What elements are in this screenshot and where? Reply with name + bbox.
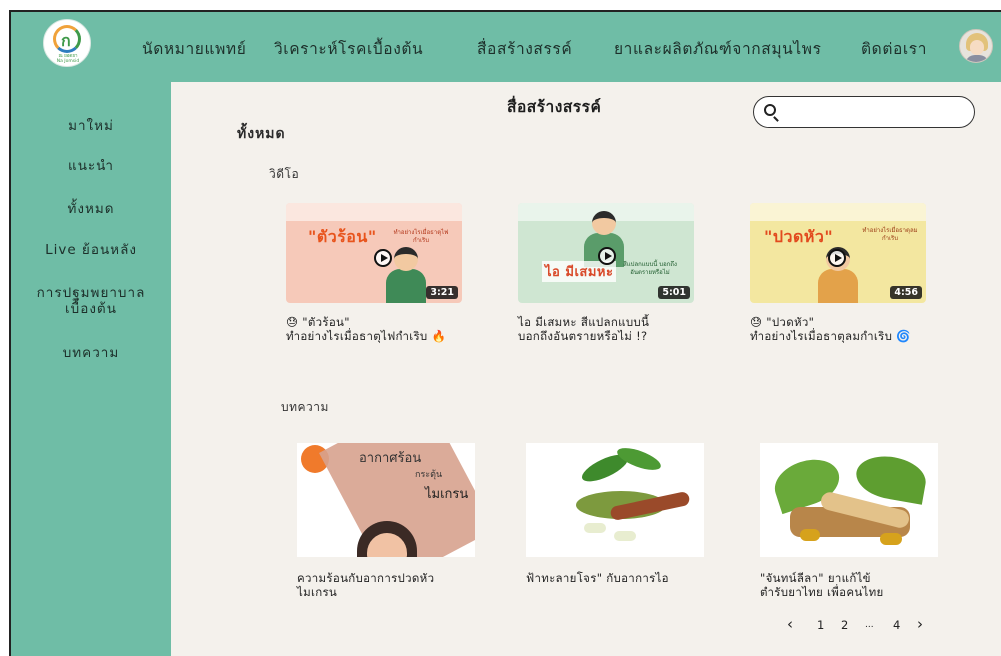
videos-section-label: วิดีโอ	[269, 167, 300, 181]
video-card[interactable]: "ตัวร้อน" ทำอย่างไรเมื่อธาตุไฟกำเริบ 3:2…	[286, 203, 466, 343]
pagination-prev-icon[interactable]: ‹	[787, 615, 793, 633]
play-icon	[828, 249, 846, 267]
article-thumbnail[interactable]	[526, 443, 704, 557]
article-card[interactable]: ฟ้าทะลายโจร" กับอาการไอ	[526, 443, 706, 585]
video-thumbnail[interactable]: "ปวดหัว" ทำอย่างไรเมื่อธาตุลมกำเริบ 4:56	[750, 203, 926, 303]
articles-section-label: บทความ	[281, 400, 329, 414]
video-duration: 5:01	[658, 286, 690, 299]
pagination-page[interactable]: 2	[841, 618, 848, 632]
top-navbar: ก ณ ยอดยา Na Jomsid นัดหมายแพทย์ วิเคราะห…	[11, 12, 1001, 82]
video-duration: 3:21	[426, 286, 458, 299]
nav-diagnosis[interactable]: วิเคราะห์โรคเบื้องต้น	[274, 36, 423, 61]
article-card[interactable]: "จันทน์ลีลา" ยาแก้ไข้ ตำรับยาไทย เพื่อคน…	[760, 443, 940, 599]
video-title[interactable]: ไอ มีเสมหะ สีแปลกแบบนี้ บอกถึงอันตรายหรื…	[518, 315, 698, 343]
sidebar: มาใหม่ แนะนำ ทั้งหมด Live ย้อนหลัง การปฐ…	[11, 82, 171, 656]
video-thumbnail[interactable]: ไอ มีเสมหะ สีแปลกแบบนี้ บอกถึงอันตรายหรื…	[518, 203, 694, 303]
play-icon	[598, 247, 616, 265]
user-avatar[interactable]	[959, 29, 993, 63]
section-heading-all: ทั้งหมด	[237, 126, 286, 142]
brand-logo[interactable]: ก ณ ยอดยา Na Jomsid	[43, 19, 91, 67]
main-content: สื่อสร้างสรรค์ ทั้งหมด วิดีโอ "ตัวร้อน" …	[171, 82, 1001, 656]
search-input[interactable]	[784, 101, 964, 123]
pagination-page[interactable]: 4	[893, 618, 900, 632]
nav-herbal-products[interactable]: ยาและผลิตภัณฑ์จากสมุนไพร	[614, 36, 822, 61]
sidebar-item-articles[interactable]: บทความ	[11, 345, 171, 361]
video-duration: 4:56	[890, 286, 922, 299]
article-title[interactable]: ความร้อนกับอาการปวดหัว ไมเกรน	[297, 571, 477, 599]
page-title: สื่อสร้างสรรค์	[507, 98, 602, 116]
video-thumbnail[interactable]: "ตัวร้อน" ทำอย่างไรเมื่อธาตุไฟกำเริบ 3:2…	[286, 203, 462, 303]
thumb-text: อากาศร้อน	[359, 451, 422, 466]
nav-contact[interactable]: ติดต่อเรา	[861, 36, 927, 61]
thumb-text: ไมเกรน	[425, 487, 469, 502]
pagination-ellipsis: ...	[865, 620, 874, 630]
video-title[interactable]: 😓 "ปวดหัว" ทำอย่างไรเมื่อธาตุลมกำเริบ 🌀	[750, 315, 930, 343]
logo-text: ณ ยอดยา Na Jomsid	[56, 54, 80, 64]
article-card[interactable]: อากาศร้อน กระตุ้น ไมเกรน ความร้อนกับอากา…	[297, 443, 477, 599]
sidebar-item-live-replay[interactable]: Live ย้อนหลัง	[11, 242, 171, 258]
thumb-headline: "ตัวร้อน"	[308, 227, 377, 246]
search-box	[753, 96, 975, 128]
play-icon	[374, 249, 392, 267]
article-thumbnail[interactable]: อากาศร้อน กระตุ้น ไมเกรน	[297, 443, 475, 557]
nav-appointment[interactable]: นัดหมายแพทย์	[142, 36, 246, 61]
nav-creative-media[interactable]: สื่อสร้างสรรค์	[477, 36, 572, 61]
thumb-subtitle: สีแปลกแบบนี้ บอกถึงอันตรายหรือไม่	[623, 261, 677, 276]
sidebar-item-recommended[interactable]: แนะนำ	[11, 158, 171, 174]
logo-mark-icon: ก	[61, 31, 71, 50]
search-icon	[764, 104, 776, 116]
article-title[interactable]: ฟ้าทะลายโจร" กับอาการไอ	[526, 571, 706, 585]
video-title[interactable]: 😓 "ตัวร้อน" ทำอย่างไรเมื่อธาตุไฟกำเริบ 🔥	[286, 315, 466, 343]
sidebar-item-new[interactable]: มาใหม่	[11, 118, 171, 134]
article-title[interactable]: "จันทน์ลีลา" ยาแก้ไข้ ตำรับยาไทย เพื่อคน…	[760, 571, 940, 599]
video-card[interactable]: ไอ มีเสมหะ สีแปลกแบบนี้ บอกถึงอันตรายหรื…	[518, 203, 698, 343]
article-thumbnail[interactable]	[760, 443, 938, 557]
video-card[interactable]: "ปวดหัว" ทำอย่างไรเมื่อธาตุลมกำเริบ 4:56…	[750, 203, 930, 343]
thumb-subtitle: ทำอย่างไรเมื่อธาตุลมกำเริบ	[862, 227, 918, 242]
pagination-page[interactable]: 1	[817, 618, 824, 632]
sidebar-item-first-aid[interactable]: การปฐมพยาบาล เบื้องต้น	[11, 285, 171, 317]
sidebar-item-all[interactable]: ทั้งหมด	[11, 201, 171, 217]
pagination-next-icon[interactable]: ›	[917, 615, 923, 633]
app-frame: ก ณ ยอดยา Na Jomsid นัดหมายแพทย์ วิเคราะห…	[9, 10, 1001, 656]
thumb-text: กระตุ้น	[415, 470, 443, 480]
thumb-subtitle: ทำอย่างไรเมื่อธาตุไฟกำเริบ	[393, 229, 449, 244]
